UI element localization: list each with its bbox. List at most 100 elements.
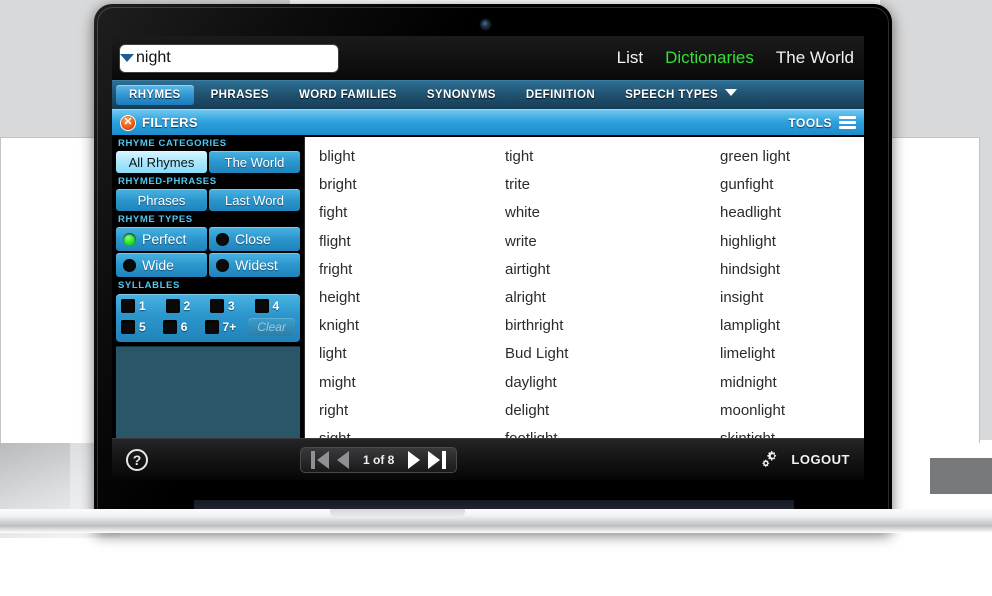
top-bar: ✕ List Dictionaries The World [112, 36, 864, 80]
tab-synonyms[interactable]: SYNONYMS [414, 85, 509, 105]
tools-label: TOOLS [788, 115, 832, 130]
syllables-row-2: 5 6 7+ Clear [121, 318, 295, 336]
filters-label: FILTERS [142, 115, 198, 130]
result-word[interactable]: white [505, 199, 720, 227]
radio-dot-off-icon [216, 232, 229, 246]
close-x-icon[interactable]: ✕ [120, 114, 136, 131]
topnav-item-list[interactable]: List [617, 48, 643, 68]
filter-button-phrases[interactable]: Phrases [116, 189, 207, 211]
syllable-label-4: 4 [272, 299, 280, 313]
search-input[interactable] [134, 44, 338, 72]
application-window: ✕ List Dictionaries The World RHYMES [112, 36, 864, 480]
syllables-row-1: 1 2 3 4 [121, 299, 295, 313]
result-word[interactable]: airtight [505, 256, 720, 284]
result-word[interactable]: trite [505, 171, 720, 199]
result-word[interactable]: alright [505, 284, 720, 312]
result-word[interactable]: lamplight [720, 312, 864, 340]
syllables-clear-button[interactable]: Clear [248, 318, 295, 336]
group-label-rhymed-phrases: RHYMED-PHRASES [118, 176, 217, 187]
result-word[interactable]: height [319, 284, 505, 312]
tools-button[interactable]: TOOLS [788, 116, 856, 130]
syllable-checkbox-5[interactable]: 5 [121, 320, 159, 334]
result-word[interactable]: light [319, 340, 505, 368]
last-page-icon[interactable] [428, 450, 447, 469]
tab-word-families[interactable]: WORD FAMILIES [286, 85, 410, 105]
tab-speech-types[interactable]: SPEECH TYPES [612, 85, 750, 105]
checkbox-icon [210, 299, 224, 313]
webcam-icon [481, 20, 490, 29]
result-word[interactable]: blight [319, 143, 505, 171]
search-box[interactable]: ✕ [120, 44, 338, 72]
next-page-icon[interactable] [408, 450, 421, 469]
syllable-checkbox-2[interactable]: 2 [165, 299, 207, 313]
result-word[interactable]: headlight [720, 199, 864, 227]
result-word[interactable]: birthright [505, 312, 720, 340]
result-word[interactable]: hindsight [720, 256, 864, 284]
syllables-panel: 1 2 3 4 5 6 7+ Clear [116, 294, 300, 342]
syllable-checkbox-4[interactable]: 4 [254, 299, 296, 313]
result-word[interactable]: delight [505, 397, 720, 425]
checkbox-icon [121, 299, 135, 313]
result-word[interactable]: insight [720, 284, 864, 312]
filter-button-the-world[interactable]: The World [209, 151, 300, 173]
checkbox-icon [162, 320, 177, 334]
syllable-checkbox-7plus[interactable]: 7+ [204, 320, 243, 334]
result-word[interactable]: bright [319, 171, 505, 199]
result-word[interactable]: right [319, 397, 505, 425]
result-word[interactable]: gunfight [720, 171, 864, 199]
group-label-rhyme-types: RHYME TYPES [118, 214, 193, 225]
previous-page-icon[interactable] [337, 450, 350, 469]
result-word[interactable]: fright [319, 256, 505, 284]
search-dropdown-button[interactable] [120, 45, 134, 72]
result-word[interactable]: Bud Light [505, 340, 720, 368]
gears-icon[interactable] [761, 450, 781, 469]
help-icon[interactable]: ? [126, 448, 148, 471]
radio-wide-label: Wide [142, 257, 174, 273]
result-word[interactable]: limelight [720, 340, 864, 368]
result-word[interactable]: green light [720, 143, 864, 171]
triangle-down-icon [120, 54, 134, 62]
logout-button[interactable]: LOGOUT [791, 452, 850, 467]
rhyme-categories-buttons: All Rhymes The World [116, 151, 300, 173]
syllable-label-7plus: 7+ [222, 320, 237, 334]
laptop-illustration: ✕ List Dictionaries The World RHYMES [94, 4, 892, 536]
result-word[interactable]: fight [319, 199, 505, 227]
top-navigation: List Dictionaries The World [617, 48, 854, 68]
result-word[interactable]: midnight [720, 369, 864, 397]
radio-dot-on-icon [123, 232, 136, 246]
tab-phrases[interactable]: PHRASES [198, 85, 282, 105]
radio-close[interactable]: Close [209, 227, 300, 251]
section-tabs: RHYMES PHRASES WORD FAMILIES SYNONYMS DE… [112, 80, 864, 109]
footer-right: LOGOUT [761, 450, 850, 469]
filters-sidebar: RHYME CATEGORIES All Rhymes The World RH… [112, 135, 304, 438]
radio-dot-off-icon [216, 258, 229, 272]
filter-button-last-word[interactable]: Last Word [209, 189, 300, 211]
syllable-checkbox-3[interactable]: 3 [210, 299, 251, 313]
result-word[interactable]: highlight [720, 228, 864, 256]
result-word[interactable]: daylight [505, 369, 720, 397]
filter-button-all-rhymes[interactable]: All Rhymes [116, 151, 207, 173]
radio-wide[interactable]: Wide [116, 253, 207, 277]
result-word[interactable]: knight [319, 312, 505, 340]
result-word[interactable]: tight [505, 143, 720, 171]
result-word[interactable]: moonlight [720, 397, 864, 425]
radio-perfect[interactable]: Perfect [116, 227, 207, 251]
pagination-control: 1 of 8 [300, 446, 458, 473]
topnav-item-dictionaries[interactable]: Dictionaries [665, 48, 754, 68]
result-word[interactable]: might [319, 369, 505, 397]
radio-widest[interactable]: Widest [209, 253, 300, 277]
chevron-down-icon [725, 89, 738, 96]
result-word[interactable]: flight [319, 228, 505, 256]
syllable-checkbox-6[interactable]: 6 [162, 320, 201, 334]
pagination-info: 1 of 8 [363, 452, 395, 467]
syllable-checkbox-1[interactable]: 1 [121, 299, 162, 313]
syllable-label-1: 1 [139, 299, 146, 313]
first-page-icon[interactable] [311, 450, 330, 469]
tab-rhymes[interactable]: RHYMES [116, 85, 194, 105]
result-word[interactable]: write [505, 228, 720, 256]
checkbox-icon [121, 320, 135, 334]
tab-definition[interactable]: DEFINITION [513, 85, 608, 105]
topnav-item-the-world[interactable]: The World [776, 48, 854, 68]
laptop-base-shadow [0, 525, 992, 533]
results-list: blight bright fight flight fright height knigh… [304, 137, 864, 475]
